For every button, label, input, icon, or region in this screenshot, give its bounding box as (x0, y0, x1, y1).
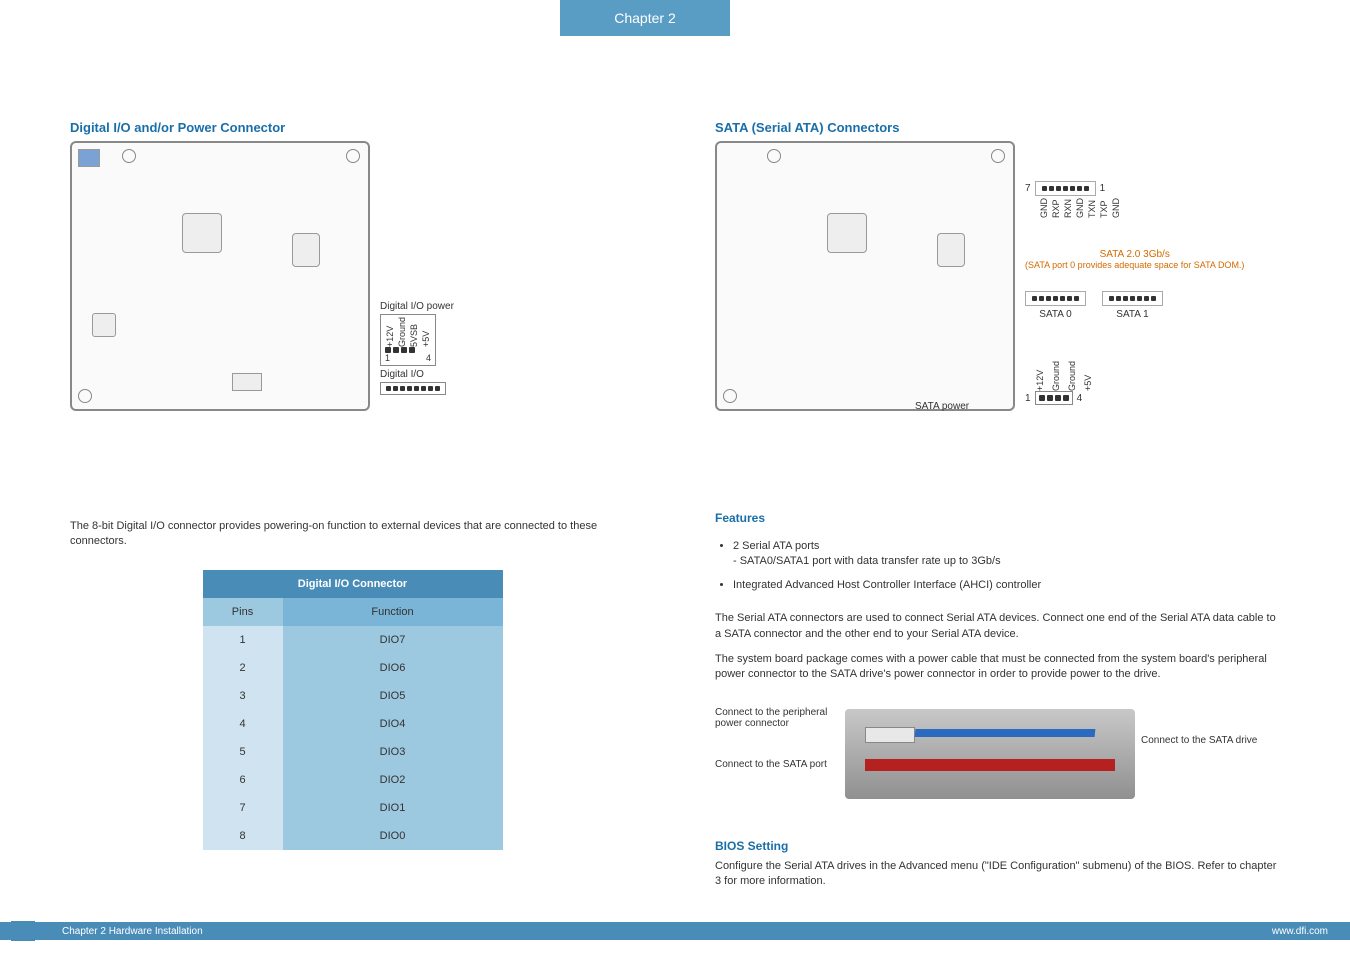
dio-power-label: Digital I/O power (380, 301, 560, 312)
feature-sub: - SATA0/SATA1 port with data transfer ra… (733, 555, 1001, 567)
img-label-peripheral: Connect to the peripheral power connecto… (715, 707, 835, 729)
pin-label: +5V (1083, 361, 1093, 391)
feature-item: 2 Serial ATA ports (733, 540, 819, 552)
left-column: Digital I/O and/or Power Connector Digit… (70, 120, 635, 890)
chip-icon (92, 313, 116, 337)
img-label-port: Connect to the SATA port (715, 759, 835, 770)
dio-table: Digital I/O Connector Pins Function 1DIO… (203, 570, 503, 850)
pin-label: Ground (1067, 361, 1077, 391)
cable-red-icon (865, 759, 1115, 771)
pin-label: +12V (1035, 361, 1045, 391)
pin-number: 1 (385, 353, 390, 363)
features-list: 2 Serial ATA ports - SATA0/SATA1 port wi… (715, 539, 1280, 593)
bios-desc: Configure the Serial ATA drives in the A… (715, 859, 1280, 890)
table-header-pins: Pins (203, 598, 283, 626)
footer-chapter: Chapter 2 Hardware Installation (62, 926, 203, 937)
table-header-function: Function (283, 598, 503, 626)
feature-item: Integrated Advanced Host Controller Inte… (733, 578, 1280, 593)
chip-icon (232, 373, 262, 391)
pin-number: 7 (1025, 183, 1031, 194)
table-title: Digital I/O Connector (203, 570, 503, 598)
screw-hole-icon (991, 149, 1005, 163)
table-row: 8DIO0 (203, 822, 503, 850)
pin-label: GND (1075, 198, 1085, 218)
board-diagram-left (70, 141, 370, 411)
screw-hole-icon (346, 149, 360, 163)
features-title: Features (715, 511, 1280, 525)
section-title-dio: Digital I/O and/or Power Connector (70, 120, 635, 135)
port-icon (78, 149, 100, 167)
cpu-socket-icon (182, 213, 222, 253)
chip-icon (937, 233, 965, 267)
table-row: 1DIO7 (203, 626, 503, 654)
sata1-label: SATA 1 (1102, 309, 1163, 320)
bios-title: BIOS Setting (715, 839, 1280, 853)
pin-label: GND (1039, 198, 1049, 218)
table-row: 5DIO3 (203, 738, 503, 766)
pin-label: RXP (1051, 198, 1061, 218)
sata-cable-image (845, 709, 1135, 799)
pin-label: RXN (1063, 198, 1073, 218)
sata-desc-1: The Serial ATA connectors are used to co… (715, 611, 1280, 642)
sata0-label: SATA 0 (1025, 309, 1086, 320)
sata-note-sub: (SATA port 0 provides adequate space for… (1025, 260, 1244, 270)
right-column: SATA (Serial ATA) Connectors 7 1 (715, 120, 1280, 890)
pin-label: +5V (421, 317, 431, 347)
pin-label: Ground (397, 317, 407, 347)
pin-label: TXP (1099, 198, 1109, 218)
sata-power-label: SATA power (915, 401, 969, 412)
pin-label: +12V (385, 317, 395, 347)
pin-label: Ground (1051, 361, 1061, 391)
cable-blue-icon (915, 729, 1096, 737)
dio-description: The 8-bit Digital I/O connector provides… (70, 519, 635, 550)
table-row: 6DIO2 (203, 766, 503, 794)
chapter-tab: Chapter 2 (560, 0, 730, 36)
sata-desc-2: The system board package comes with a po… (715, 652, 1280, 683)
img-label-drive: Connect to the SATA drive (1141, 735, 1271, 746)
pin-label: TXN (1087, 198, 1097, 218)
pin-number: 1 (1100, 183, 1106, 194)
screw-hole-icon (767, 149, 781, 163)
table-row: 2DIO6 (203, 654, 503, 682)
footer-url: www.dfi.com (1272, 926, 1328, 937)
table-row: 3DIO5 (203, 682, 503, 710)
screw-hole-icon (122, 149, 136, 163)
screw-hole-icon (78, 389, 92, 403)
board-diagram-right (715, 141, 1015, 411)
pin-label: 5VSB (409, 317, 419, 347)
pin-number: 4 (426, 353, 431, 363)
peripheral-connector-icon (865, 727, 915, 743)
section-title-sata: SATA (Serial ATA) Connectors (715, 120, 1280, 135)
chip-icon (292, 233, 320, 267)
cpu-socket-icon (827, 213, 867, 253)
dio-label: Digital I/O (380, 369, 446, 380)
pin-number: 1 (1025, 393, 1031, 404)
page-footer: Chapter 2 Hardware Installation www.dfi.… (0, 922, 1350, 940)
table-row: 7DIO1 (203, 794, 503, 822)
pin-label: GND (1111, 198, 1121, 218)
table-row: 4DIO4 (203, 710, 503, 738)
screw-hole-icon (723, 389, 737, 403)
pin-number: 4 (1077, 393, 1083, 404)
sata-note-top: SATA 2.0 3Gb/s (1025, 249, 1244, 260)
